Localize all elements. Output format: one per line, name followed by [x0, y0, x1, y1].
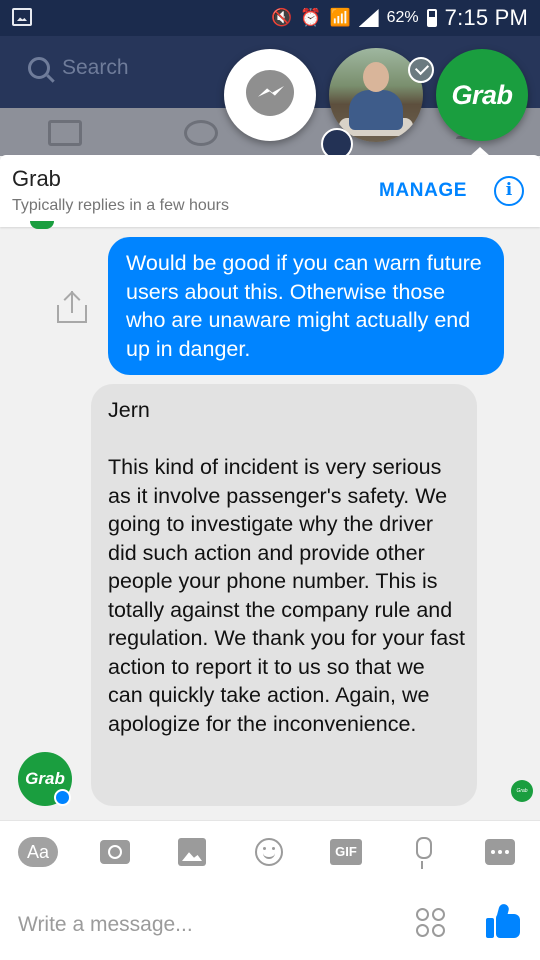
- mute-icon: 🔇: [271, 8, 293, 27]
- conversation-title: Grab: [12, 166, 61, 191]
- battery-percentage: 62%: [386, 9, 419, 26]
- status-icons: 🔇 ⏰ 📶 62% 7:15 PM: [271, 5, 528, 31]
- battery-icon: [426, 9, 437, 27]
- sender-avatar-label: Grab: [25, 769, 65, 788]
- like-icon[interactable]: [486, 902, 520, 940]
- background-search: Search: [28, 56, 129, 80]
- gallery-notification-icon: [12, 8, 32, 26]
- share-icon[interactable]: [57, 289, 87, 323]
- emoji-icon[interactable]: [255, 838, 283, 866]
- gif-button[interactable]: GIF: [330, 839, 362, 865]
- info-icon[interactable]: i: [494, 176, 524, 206]
- text-format-button[interactable]: Aa: [18, 837, 58, 867]
- message-input[interactable]: [18, 910, 398, 940]
- more-icon[interactable]: [485, 839, 515, 865]
- microphone-icon[interactable]: [416, 837, 432, 869]
- composer: [0, 882, 540, 960]
- alarm-icon: ⏰: [300, 8, 322, 27]
- messenger-badge-icon: [54, 789, 71, 806]
- manage-button[interactable]: MANAGE: [379, 180, 467, 202]
- camera-icon[interactable]: [100, 840, 130, 864]
- composer-toolbar: Aa GIF: [0, 820, 540, 883]
- wifi-icon: 📶: [329, 8, 351, 27]
- signal-icon: [358, 9, 379, 27]
- check-badge-icon: [408, 57, 434, 83]
- image-icon[interactable]: [178, 838, 206, 866]
- background-tab-icon: [48, 120, 82, 146]
- response-time-note: Typically replies in a few hours: [12, 197, 229, 214]
- incoming-message[interactable]: Jern This kind of incident is very serio…: [91, 384, 477, 806]
- read-receipt-avatar: Grab: [511, 780, 533, 802]
- like-icon-cuff: [486, 918, 494, 938]
- scrolled-avatar-edge: [30, 221, 54, 229]
- photo-body: [349, 90, 403, 130]
- contact-chat-head[interactable]: [329, 48, 423, 142]
- grab-chat-head-label: Grab: [451, 79, 513, 110]
- search-icon: [28, 57, 50, 79]
- conversation-header: Grab Typically replies in a few hours MA…: [0, 155, 540, 227]
- stickers-icon[interactable]: [416, 908, 448, 940]
- photo-head: [363, 62, 389, 92]
- status-bar: 🔇 ⏰ 📶 62% 7:15 PM: [0, 0, 540, 36]
- background-search-placeholder: Search: [62, 56, 129, 79]
- outgoing-message[interactable]: Would be good if you can warn future use…: [108, 237, 504, 375]
- clock: 7:15 PM: [444, 5, 528, 30]
- background-people-icon: [184, 120, 218, 146]
- grab-chat-head[interactable]: Grab: [436, 49, 528, 141]
- messenger-chat-head[interactable]: [224, 49, 316, 141]
